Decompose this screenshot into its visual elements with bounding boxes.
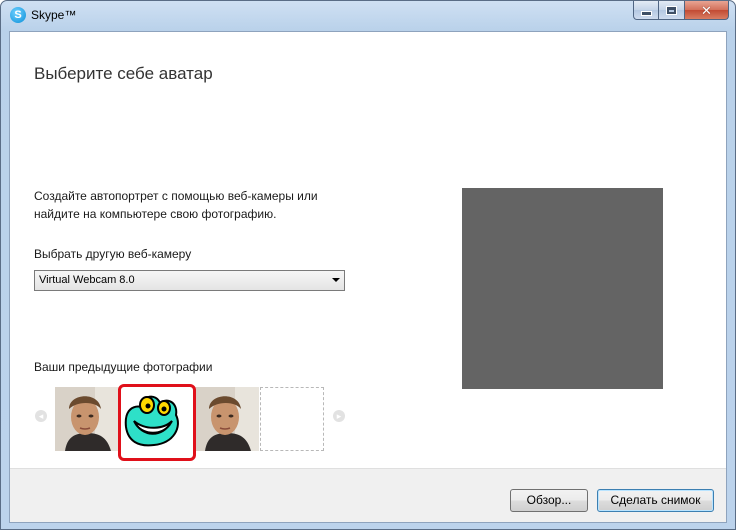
photos-next-button[interactable]: ▸ (333, 410, 345, 422)
close-button[interactable]: ✕ (685, 1, 729, 20)
dialog-content: Выберите себе аватар Создайте автопортре… (9, 31, 727, 523)
window-title: Skype™ (31, 8, 77, 22)
browse-button[interactable]: Обзор... (510, 489, 588, 512)
title-bar[interactable]: S Skype™ ✕ (1, 1, 735, 31)
maximize-button[interactable] (659, 1, 685, 20)
photos-prev-button[interactable]: ◂ (35, 410, 47, 422)
instructions-text: Создайте автопортрет с помощью веб-камер… (34, 189, 318, 221)
photo-thumbnail-portrait[interactable] (55, 387, 119, 451)
close-icon: ✕ (701, 2, 712, 18)
maximize-icon (667, 6, 676, 14)
portrait-photo-icon (195, 387, 259, 451)
minimize-icon (640, 10, 652, 16)
take-snapshot-button[interactable]: Сделать снимок (597, 489, 714, 512)
photo-thumbnail-empty (260, 387, 324, 451)
portrait-photo-icon (55, 387, 119, 451)
chevron-down-icon (332, 278, 340, 282)
camera-select-label: Выбрать другую веб-камеру (34, 247, 192, 261)
webcam-preview (462, 188, 663, 389)
caption-buttons: ✕ (633, 1, 729, 21)
photo-thumbnail-portrait[interactable] (195, 387, 259, 451)
camera-select-value: Virtual Webcam 8.0 (39, 274, 135, 286)
camera-select[interactable]: Virtual Webcam 8.0 (34, 270, 345, 291)
dialog-footer: Обзор... Сделать снимок (10, 468, 726, 522)
skype-logo-icon: S (10, 7, 26, 23)
minimize-button[interactable] (633, 1, 659, 20)
selected-photo-highlight (118, 384, 196, 461)
skype-window: S Skype™ ✕ Выберите себе аватар Создайте… (0, 0, 736, 530)
previous-photos-label: Ваши предыдущие фотографии (34, 360, 213, 374)
page-title: Выберите себе аватар (34, 64, 213, 83)
